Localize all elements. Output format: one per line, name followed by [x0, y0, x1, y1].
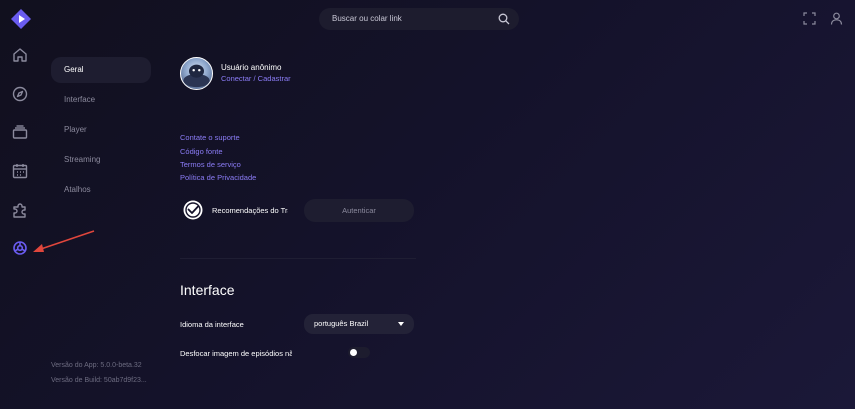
chevron-down-icon: [398, 322, 404, 326]
sidebar-item-calendar[interactable]: [11, 162, 29, 180]
play-logo-icon[interactable]: [11, 9, 31, 29]
privacy-link[interactable]: Política de Privacidade: [180, 173, 256, 182]
calendar-icon: [12, 164, 28, 179]
search-icon[interactable]: [498, 13, 510, 25]
blur-episodes-label: Desfocar imagem de episódios não assisti…: [180, 349, 292, 358]
sidebar-item-home[interactable]: [11, 46, 29, 64]
tab-atalhos[interactable]: Atalhos: [51, 177, 151, 203]
language-select[interactable]: português Brazil: [304, 314, 414, 334]
trakt-logo-icon: [183, 200, 203, 220]
tab-player[interactable]: Player: [51, 117, 151, 143]
build-version: Versão de Build: 50ab7d9f23...: [51, 377, 147, 384]
tab-geral[interactable]: Geral: [51, 57, 151, 83]
library-icon: [12, 125, 28, 139]
language-value: português Brazil: [314, 319, 369, 328]
fullscreen-icon[interactable]: [803, 12, 816, 25]
source-code-link[interactable]: Código fonte: [180, 147, 223, 156]
compass-icon: [12, 86, 28, 102]
blur-episodes-toggle[interactable]: [348, 347, 370, 358]
tab-interface[interactable]: Interface: [51, 87, 151, 113]
user-icon[interactable]: [830, 12, 843, 25]
trakt-label: Recomendações do Trakt: [212, 206, 288, 215]
sidebar-item-addons[interactable]: [11, 201, 29, 219]
home-icon: [13, 48, 27, 62]
search-placeholder: Buscar ou colar link: [332, 14, 402, 23]
search-input[interactable]: Buscar ou colar link: [319, 8, 519, 30]
annotation-arrow: [33, 230, 95, 252]
authenticate-button[interactable]: Autenticar: [304, 199, 414, 222]
sidebar-item-settings[interactable]: [11, 239, 29, 257]
avatar-image: [183, 64, 210, 88]
avatar[interactable]: [180, 57, 213, 90]
app-window: Buscar ou colar link Geral Interface Pla…: [0, 0, 855, 409]
toggle-knob: [350, 349, 357, 356]
sidebar-item-discover[interactable]: [11, 85, 29, 103]
sidebar-item-library[interactable]: [11, 123, 29, 141]
terms-link[interactable]: Termos de serviço: [180, 160, 241, 169]
login-link[interactable]: Conectar / Cadastrar: [221, 74, 291, 83]
support-link[interactable]: Contate o suporte: [180, 133, 240, 142]
app-version: Versão do App: 5.0.0-beta.32: [51, 362, 142, 369]
tab-streaming[interactable]: Streaming: [51, 147, 151, 173]
user-name: Usuário anônimo: [221, 63, 282, 72]
gear-icon: [13, 241, 27, 255]
puzzle-icon: [13, 203, 26, 218]
section-divider: [180, 258, 416, 259]
language-label: Idioma da interface: [180, 320, 244, 329]
interface-section-title: Interface: [180, 282, 235, 298]
sidebar: [0, 0, 95, 409]
